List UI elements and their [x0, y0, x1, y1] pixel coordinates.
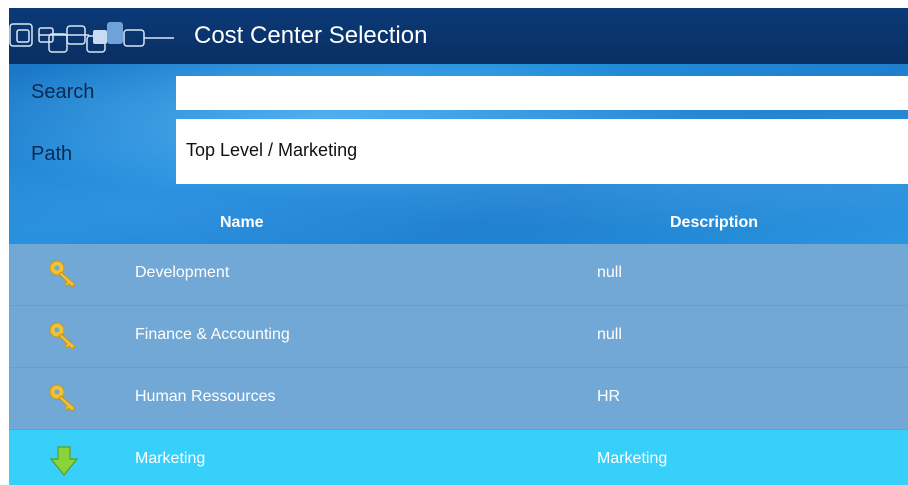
column-header-name[interactable]: Name — [220, 214, 264, 232]
row-name: Marketing — [135, 450, 206, 467]
key-icon — [49, 260, 76, 288]
filter-panel: Search Path Top Level / Marketing Name D… — [9, 64, 908, 244]
dialog-title: Cost Center Selection — [194, 22, 428, 49]
row-name: Development — [135, 264, 230, 281]
row-name: Finance & Accounting — [135, 326, 290, 343]
column-header-description[interactable]: Description — [670, 214, 758, 232]
row-description: HR — [597, 388, 621, 405]
title-bar: Cost Center Selection — [9, 8, 908, 64]
table-row-human-ressources[interactable]: Human Ressources HR — [9, 368, 908, 430]
search-input[interactable] — [176, 76, 908, 110]
row-name: Human Ressources — [135, 388, 276, 405]
path-field: Top Level / Marketing — [176, 119, 908, 184]
path-label: Path — [31, 143, 73, 165]
search-label: Search — [31, 81, 95, 103]
table-row-development[interactable]: Development null — [9, 244, 908, 306]
cost-center-list: Development null Finance & Accounting nu… — [9, 244, 908, 485]
key-icon — [49, 322, 76, 350]
path-value: Top Level / Marketing — [186, 140, 358, 160]
cost-center-dialog: Cost Center Selection Search Path Top Le… — [9, 8, 908, 485]
row-description: null — [597, 326, 622, 343]
app-logo-icon — [9, 22, 174, 53]
key-icon — [49, 384, 76, 412]
arrow-down-icon — [49, 446, 79, 476]
table-row-finance-accounting[interactable]: Finance & Accounting null — [9, 306, 908, 368]
table-row-marketing[interactable]: Marketing Marketing — [9, 430, 908, 485]
row-description: null — [597, 264, 622, 281]
row-description: Marketing — [597, 450, 668, 467]
